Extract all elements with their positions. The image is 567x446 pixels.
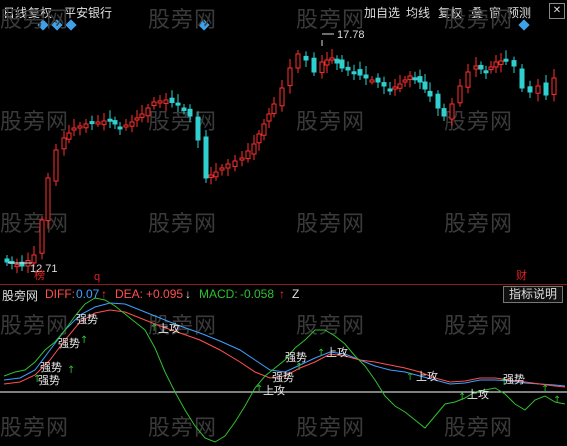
signal-arrow-icon: ↑ bbox=[80, 335, 88, 346]
signal-label: 上攻 bbox=[467, 387, 489, 401]
signal-label: 强势 bbox=[40, 361, 62, 374]
signal-label: 强势 bbox=[38, 374, 60, 387]
signal-arrow-icon: ↑ bbox=[553, 395, 561, 406]
macd-chart[interactable]: ↑ ↑ ↑ ↑ ↑ ↑ ↑ ↑ ↑ ↑ ↑ ↑ 强势 强势 强势 强势 上攻 上… bbox=[0, 0, 567, 446]
signal-arrow-icon: ↑ bbox=[406, 372, 414, 383]
signal-label: 上攻 bbox=[158, 321, 180, 335]
signal-label: 强势 bbox=[58, 337, 80, 350]
signal-label: 上攻 bbox=[416, 369, 438, 383]
signal-arrow-icon: ↑ bbox=[317, 348, 325, 359]
signal-label: 上攻 bbox=[263, 383, 285, 397]
signal-label: 强势 bbox=[503, 373, 525, 386]
signal-arrow-icon: ↑ bbox=[67, 365, 75, 376]
signal-label: 强势 bbox=[285, 351, 307, 364]
signal-label: 强势 bbox=[272, 371, 294, 384]
signal-label: 上攻 bbox=[326, 345, 348, 359]
signal-label: 强势 bbox=[76, 313, 98, 326]
signal-arrow-icon: ↑ bbox=[458, 392, 466, 403]
signal-arrow-icon: ↑ bbox=[541, 384, 549, 395]
